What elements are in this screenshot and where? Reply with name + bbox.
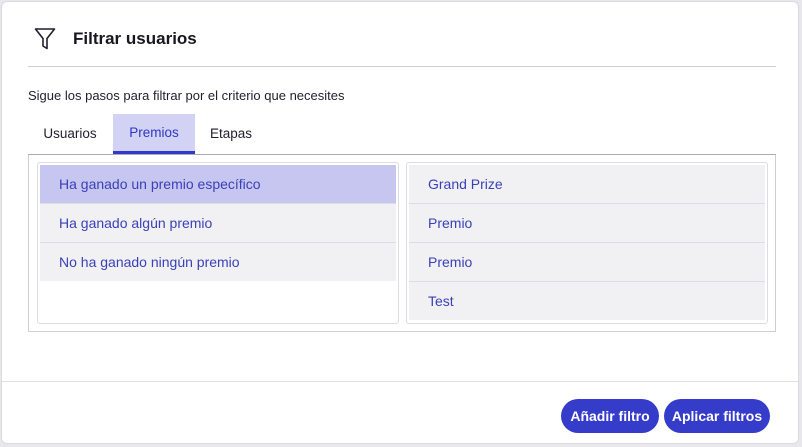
prize-item[interactable]: Premio [409, 243, 765, 282]
dialog-header: Filtrar usuarios [28, 2, 776, 67]
dialog-subtitle: Sigue los pasos para filtrar por el crit… [28, 88, 345, 103]
prize-item[interactable]: Premio [409, 204, 765, 243]
criteria-item-no-prize[interactable]: No ha ganado ningún premio [40, 243, 396, 281]
criteria-item-any-prize[interactable]: Ha ganado algún premio [40, 204, 396, 243]
prize-list: Grand Prize Premio Premio Test [406, 162, 768, 324]
criteria-list: Ha ganado un premio específico Ha ganado… [37, 162, 399, 324]
tab-panel: Ha ganado un premio específico Ha ganado… [28, 155, 776, 332]
add-filter-button[interactable]: Añadir filtro [561, 399, 659, 433]
prize-item[interactable]: Grand Prize [409, 165, 765, 204]
filter-icon [34, 27, 56, 51]
dialog-footer: Añadir filtro Aplicar filtros [2, 381, 798, 443]
prize-item[interactable]: Test [409, 282, 765, 320]
tab-premios[interactable]: Premios [113, 114, 195, 154]
criteria-item-specific-prize[interactable]: Ha ganado un premio específico [40, 165, 396, 204]
dialog-title: Filtrar usuarios [73, 29, 197, 48]
filter-tabs: Usuarios Premios Etapas [28, 114, 776, 155]
tab-etapas[interactable]: Etapas [195, 114, 267, 153]
filter-users-dialog: Filtrar usuarios Sigue los pasos para fi… [1, 1, 799, 444]
tab-usuarios[interactable]: Usuarios [28, 114, 112, 153]
apply-filters-button[interactable]: Aplicar filtros [664, 399, 770, 433]
